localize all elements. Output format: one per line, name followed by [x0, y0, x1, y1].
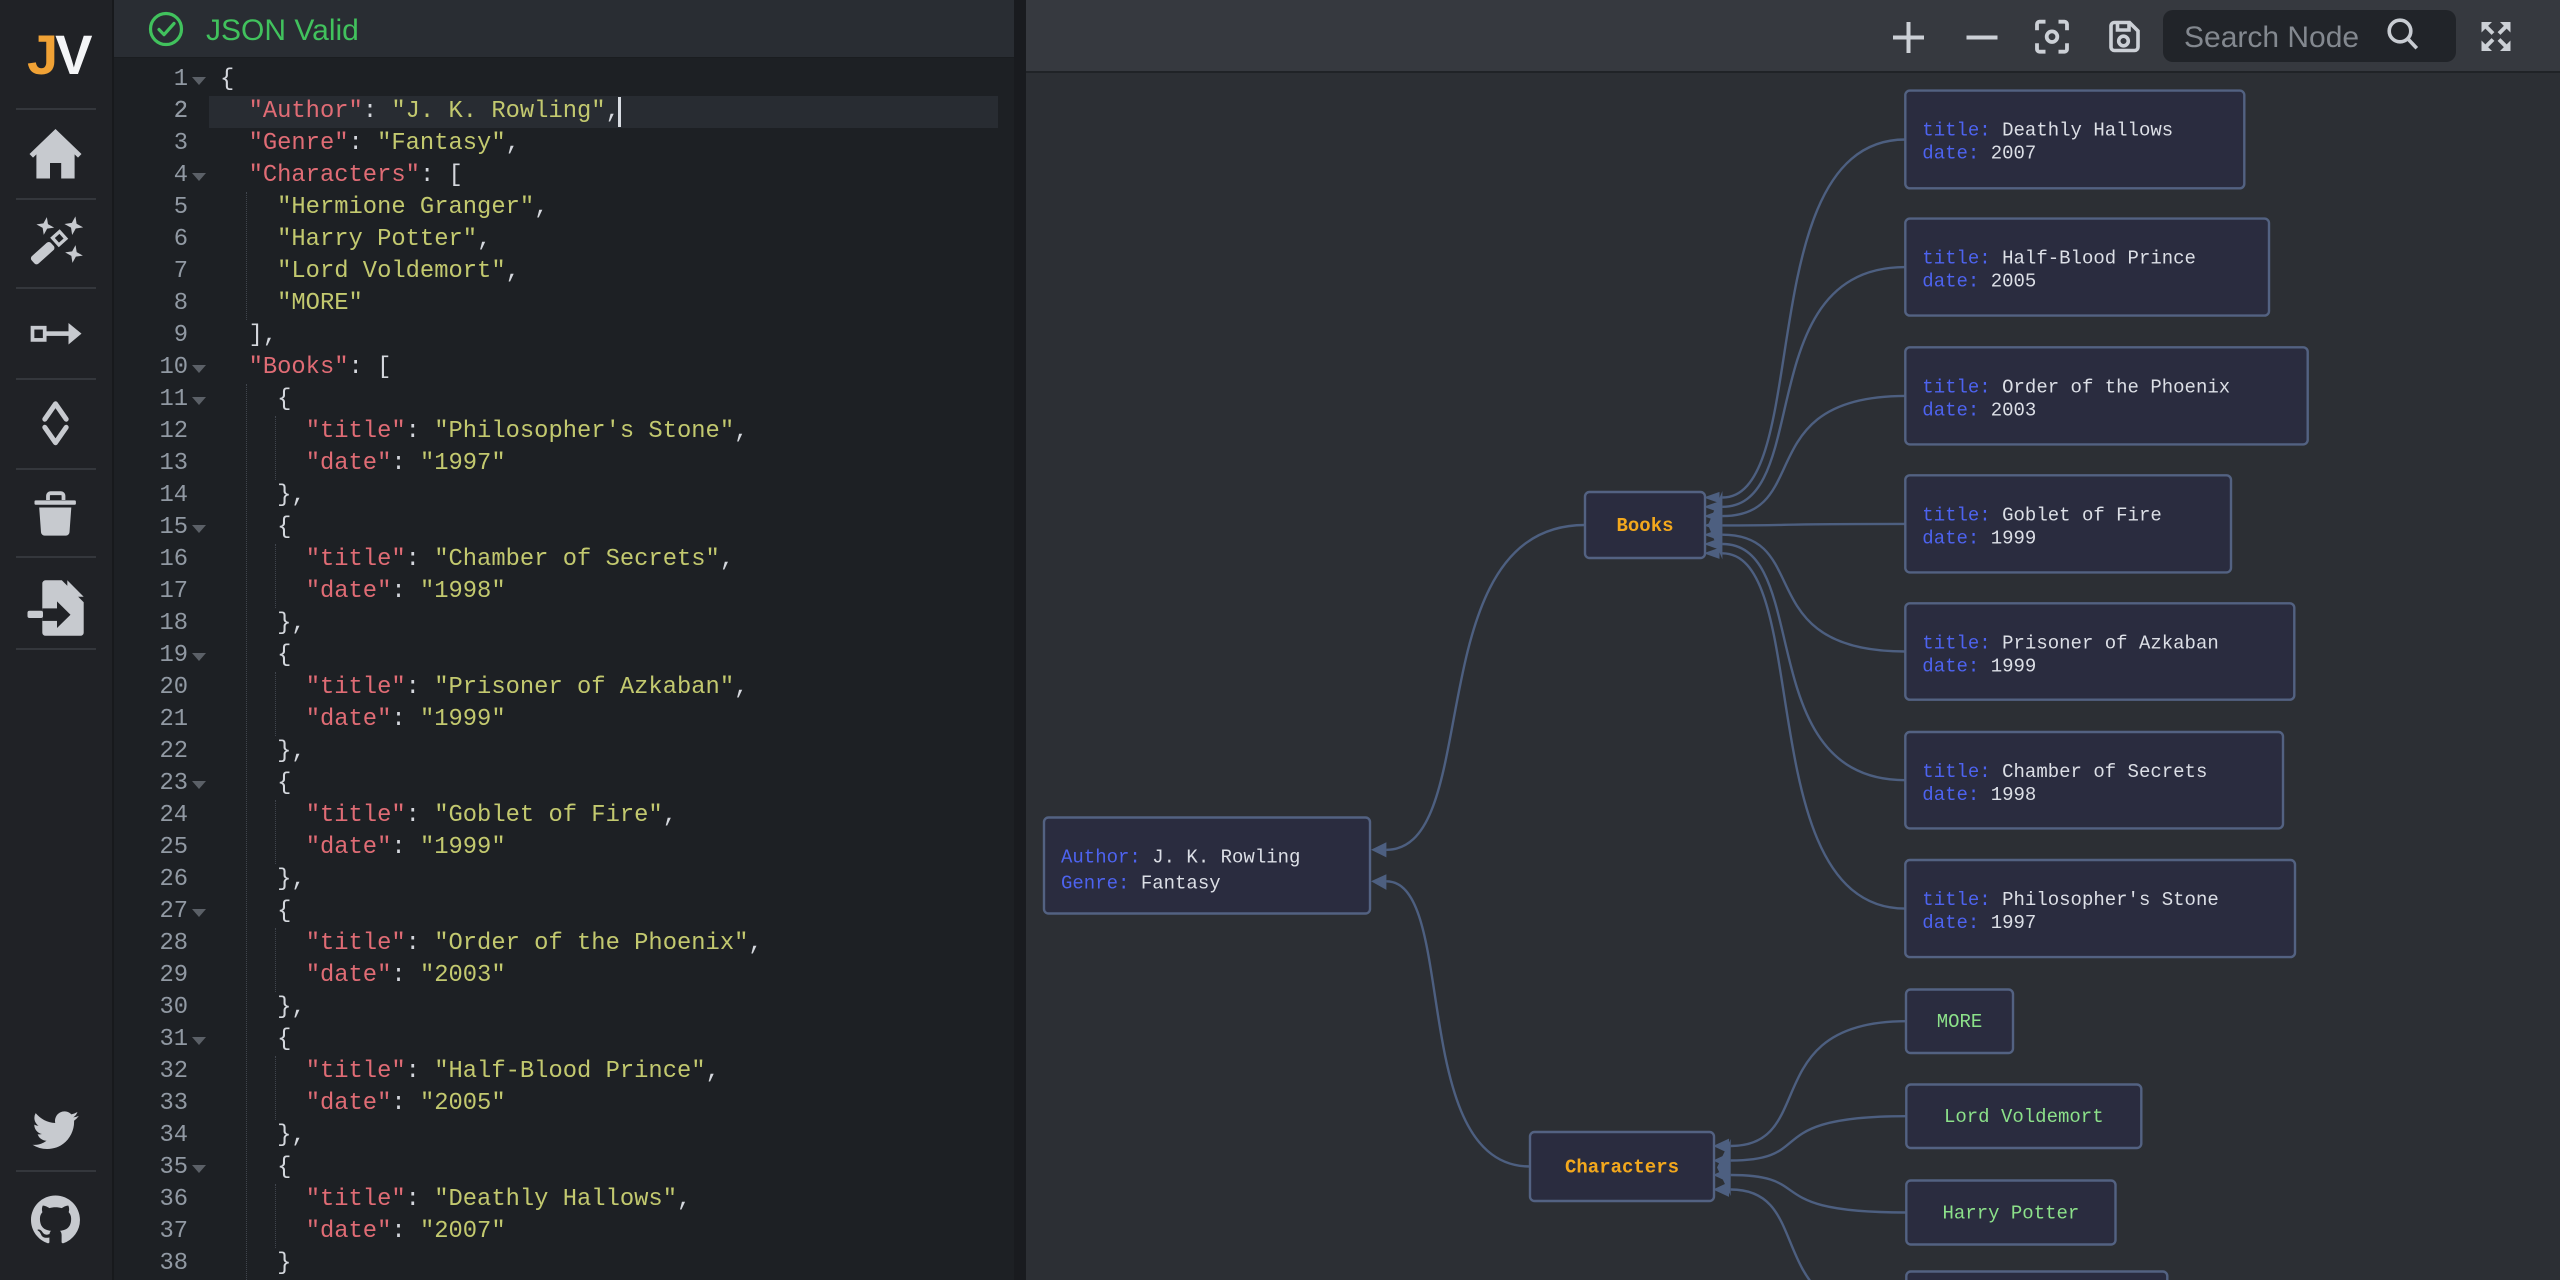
- svg-text:Books: Books: [1616, 515, 1673, 537]
- svg-text:Lord Voldemort: Lord Voldemort: [1944, 1106, 2104, 1128]
- svg-text:date: 1999: date: 1999: [1922, 527, 2036, 549]
- svg-text:date: 2007: date: 2007: [1922, 143, 2036, 165]
- svg-text:title: Philosopher's Stone: title: Philosopher's Stone: [1922, 889, 2218, 911]
- svg-text:date: 1998: date: 1998: [1922, 784, 2036, 806]
- svg-text:MORE: MORE: [1937, 1011, 1983, 1033]
- svg-text:date: 2003: date: 2003: [1922, 399, 2036, 421]
- svg-text:Characters: Characters: [1565, 1157, 1679, 1179]
- svg-text:title: Order of the Phoenix: title: Order of the Phoenix: [1922, 376, 2230, 398]
- svg-text:date: 1999: date: 1999: [1922, 655, 2036, 677]
- svg-text:title: Half-Blood Prince: title: Half-Blood Prince: [1922, 248, 2196, 270]
- svg-text:Harry Potter: Harry Potter: [1942, 1203, 2079, 1225]
- svg-text:date: 1997: date: 1997: [1922, 912, 2036, 934]
- svg-text:Author: J. K. Rowling: Author: J. K. Rowling: [1061, 847, 1300, 869]
- svg-text:title: Deathly Hallows: title: Deathly Hallows: [1922, 120, 2173, 142]
- svg-text:title: Chamber of Secrets: title: Chamber of Secrets: [1922, 761, 2207, 783]
- svg-text:Genre: Fantasy: Genre: Fantasy: [1061, 873, 1221, 895]
- svg-text:title: Goblet of Fire: title: Goblet of Fire: [1922, 504, 2161, 526]
- svg-text:title: Prisoner of Azkaban: title: Prisoner of Azkaban: [1922, 632, 2218, 654]
- svg-text:date: 2005: date: 2005: [1922, 271, 2036, 293]
